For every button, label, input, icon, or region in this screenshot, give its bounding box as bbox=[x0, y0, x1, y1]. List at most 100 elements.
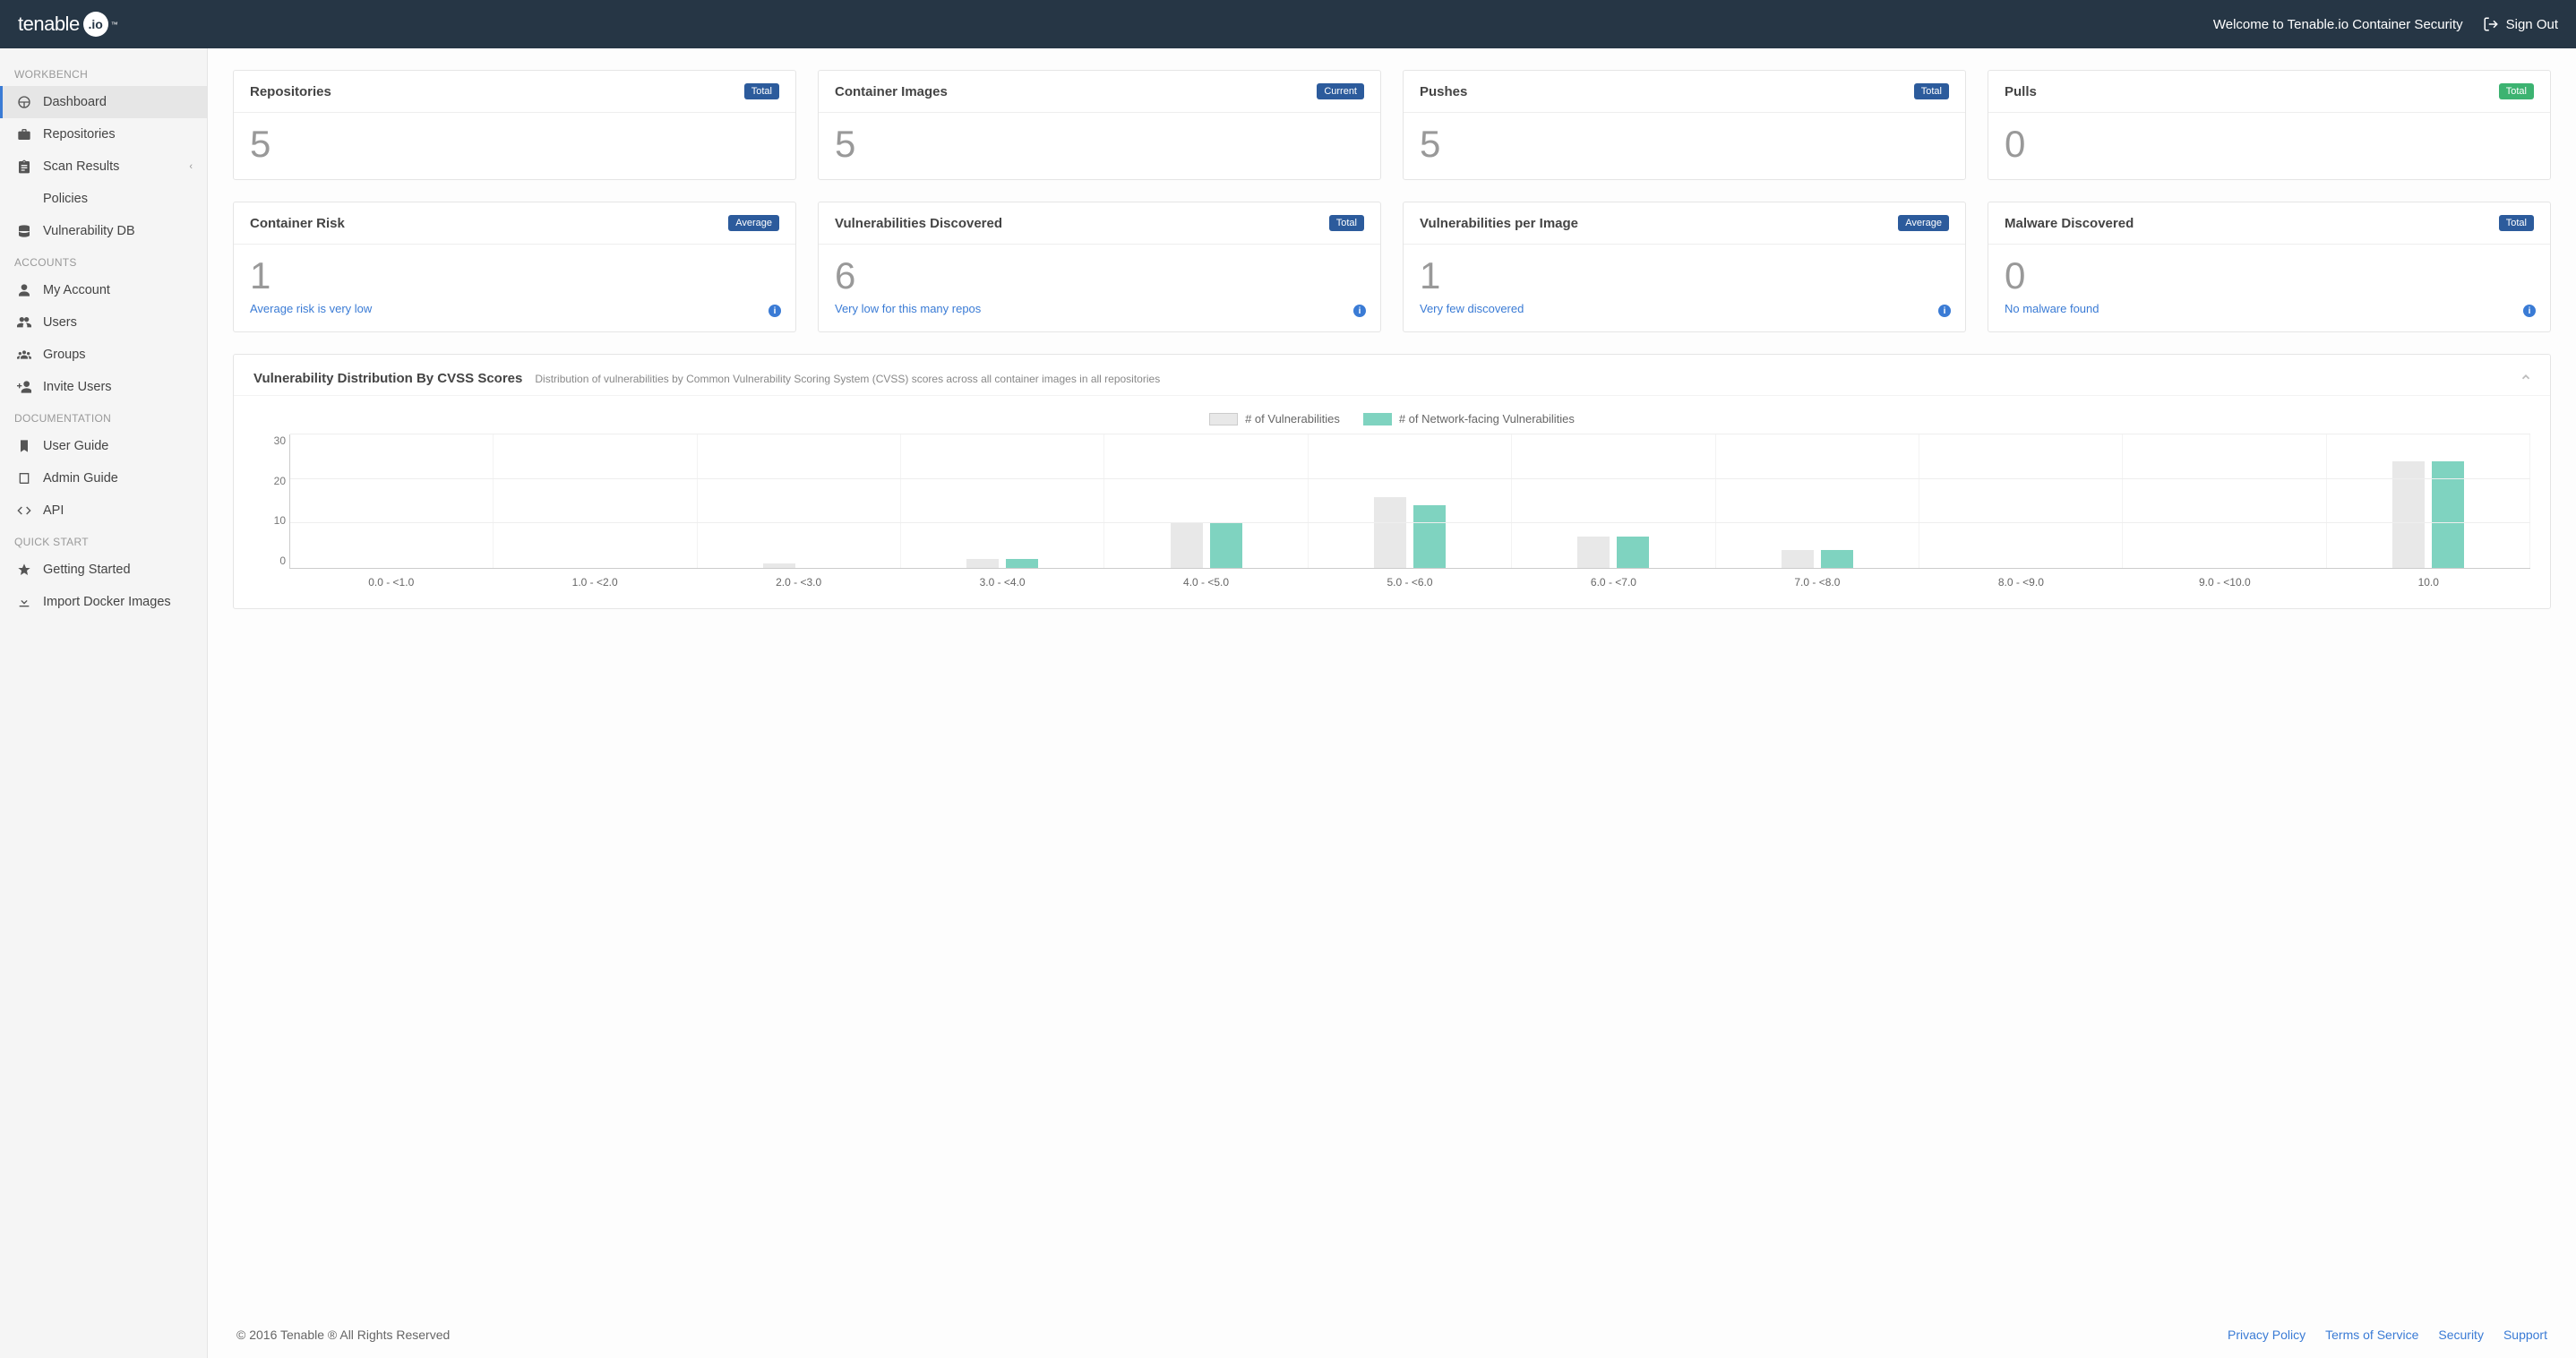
sidebar-item-scan-results[interactable]: Scan Results ‹ bbox=[0, 150, 207, 183]
sidebar-section-accounts: ACCOUNTS bbox=[0, 247, 207, 274]
briefcase-icon bbox=[14, 127, 34, 142]
card-header: PullsTotal bbox=[1988, 71, 2550, 113]
chart-panel: Vulnerability Distribution By CVSS Score… bbox=[233, 354, 2551, 609]
code-icon bbox=[14, 503, 34, 518]
bar-group bbox=[698, 434, 901, 568]
bar bbox=[1006, 559, 1038, 568]
chart-plot bbox=[289, 434, 2530, 569]
stat-card: Vulnerabilities per Image Average 1Very fe… bbox=[1403, 202, 1966, 332]
legend-swatch-vulnerabilities bbox=[1209, 413, 1238, 425]
sign-out-button[interactable]: Sign Out bbox=[2483, 16, 2558, 32]
card-value: 1 bbox=[250, 257, 779, 295]
bar bbox=[1413, 505, 1446, 568]
card-value: 6 bbox=[835, 257, 1364, 295]
chart-area: # of Vulnerabilities # of Network-facing… bbox=[234, 396, 2550, 608]
group-icon bbox=[14, 348, 34, 362]
chart-x-axis: 0.0 - <1.01.0 - <2.02.0 - <3.03.0 - <4.0… bbox=[289, 569, 2530, 589]
card-body: 5 bbox=[1404, 113, 1965, 179]
sidebar-item-label: Invite Users bbox=[43, 380, 112, 394]
bar bbox=[1374, 497, 1406, 568]
card-badge: Average bbox=[728, 215, 779, 231]
x-tick: 8.0 - <9.0 bbox=[1919, 569, 2123, 589]
card-body: 5 bbox=[234, 113, 795, 179]
info-icon[interactable]: i bbox=[1938, 305, 1951, 317]
dashboard-icon bbox=[14, 95, 34, 109]
card-badge: Average bbox=[1898, 215, 1949, 231]
stat-card: PushesTotal 5 bbox=[1403, 70, 1966, 180]
logo[interactable]: tenable .io ™ bbox=[18, 12, 118, 37]
chart-y-axis: 3020100 bbox=[253, 434, 286, 567]
bar bbox=[1617, 537, 1649, 568]
card-title: Pulls bbox=[2005, 84, 2037, 99]
sidebar-item-policies[interactable]: Policies bbox=[0, 183, 207, 215]
card-badge: Total bbox=[2499, 215, 2534, 231]
card-header: PushesTotal bbox=[1404, 71, 1965, 113]
invite-icon bbox=[14, 380, 34, 394]
welcome-text: Welcome to Tenable.io Container Security bbox=[2213, 17, 2463, 32]
info-icon[interactable]: i bbox=[769, 305, 781, 317]
footer-link[interactable]: Terms of Service bbox=[2325, 1328, 2418, 1342]
bar bbox=[1210, 523, 1242, 568]
sign-out-label: Sign Out bbox=[2506, 17, 2558, 32]
card-value: 1 bbox=[1420, 257, 1949, 295]
sidebar-item-groups[interactable]: Groups bbox=[0, 339, 207, 371]
sidebar-item-label: Repositories bbox=[43, 127, 116, 142]
user-icon bbox=[14, 283, 34, 297]
card-body: 0No malware foundi bbox=[1988, 245, 2550, 331]
card-message: Very low for this many repos bbox=[835, 302, 1364, 315]
card-message: No malware found bbox=[2005, 302, 2534, 315]
x-tick: 10.0 bbox=[2327, 569, 2530, 589]
footer-link[interactable]: Privacy Policy bbox=[2228, 1328, 2306, 1342]
sidebar-item-api[interactable]: API bbox=[0, 494, 207, 527]
x-tick: 2.0 - <3.0 bbox=[697, 569, 900, 589]
sidebar-item-label: Users bbox=[43, 315, 77, 330]
users-icon bbox=[14, 315, 34, 330]
sidebar-item-label: API bbox=[43, 503, 64, 518]
stats-row-2: Container RiskAverage1Average risk is ve… bbox=[233, 202, 2551, 332]
bar-group bbox=[1309, 434, 1512, 568]
footer-link[interactable]: Support bbox=[2503, 1328, 2547, 1342]
bar-group bbox=[494, 434, 697, 568]
logo-tm: ™ bbox=[111, 21, 118, 29]
info-icon[interactable]: i bbox=[2523, 305, 2536, 317]
sidebar-item-invite-users[interactable]: Invite Users bbox=[0, 371, 207, 403]
collapse-toggle[interactable] bbox=[2520, 371, 2532, 383]
card-title: Container Risk bbox=[250, 216, 345, 231]
stat-card: Malware DiscoveredTotal0No malware found… bbox=[1988, 202, 2551, 332]
card-title: Pushes bbox=[1420, 84, 1467, 99]
stat-card: Container ImagesCurrent5 bbox=[818, 70, 1381, 180]
sidebar-item-label: Vulnerability DB bbox=[43, 224, 135, 238]
sidebar-item-getting-started[interactable]: Getting Started bbox=[0, 554, 207, 586]
x-tick: 3.0 - <4.0 bbox=[900, 569, 1103, 589]
sidebar-item-dashboard[interactable]: Dashboard bbox=[0, 86, 207, 118]
card-title: Vulnerabilities per Image bbox=[1420, 216, 1578, 231]
sidebar-item-user-guide[interactable]: User Guide bbox=[0, 430, 207, 462]
footer-link[interactable]: Security bbox=[2438, 1328, 2484, 1342]
info-icon[interactable]: i bbox=[1353, 305, 1366, 317]
card-body: 1Very few discoveredi bbox=[1404, 245, 1965, 331]
sidebar-item-vulnerability-db[interactable]: Vulnerability DB bbox=[0, 215, 207, 247]
sidebar-item-my-account[interactable]: My Account bbox=[0, 274, 207, 306]
bar-group bbox=[1716, 434, 1919, 568]
y-tick: 20 bbox=[274, 475, 286, 487]
x-tick: 0.0 - <1.0 bbox=[289, 569, 493, 589]
logo-io-badge: .io bbox=[83, 12, 108, 37]
stats-row-1: RepositoriesTotal5Container ImagesCurren… bbox=[233, 70, 2551, 180]
footer-copyright: © 2016 Tenable ® All Rights Reserved bbox=[236, 1328, 450, 1342]
sidebar-item-users[interactable]: Users bbox=[0, 306, 207, 339]
sidebar-item-admin-guide[interactable]: Admin Guide bbox=[0, 462, 207, 494]
card-header: Vulnerabilities per Image Average bbox=[1404, 202, 1965, 245]
stat-card: Container RiskAverage1Average risk is ve… bbox=[233, 202, 796, 332]
sidebar-item-repositories[interactable]: Repositories bbox=[0, 118, 207, 150]
card-value: 5 bbox=[1420, 125, 1949, 163]
bar-group bbox=[1919, 434, 2123, 568]
footer-links: Privacy Policy Terms of Service Security Su… bbox=[2228, 1328, 2547, 1342]
sidebar-item-import-docker-images[interactable]: Import Docker Images bbox=[0, 586, 207, 618]
sidebar-item-label: Groups bbox=[43, 348, 86, 362]
card-header: RepositoriesTotal bbox=[234, 71, 795, 113]
header: tenable .io ™ Welcome to Tenable.io Cont… bbox=[0, 0, 2576, 48]
stat-card: PullsTotal0 bbox=[1988, 70, 2551, 180]
bar bbox=[1171, 523, 1203, 568]
database-icon bbox=[14, 224, 34, 238]
header-right: Welcome to Tenable.io Container Security… bbox=[2213, 16, 2558, 32]
